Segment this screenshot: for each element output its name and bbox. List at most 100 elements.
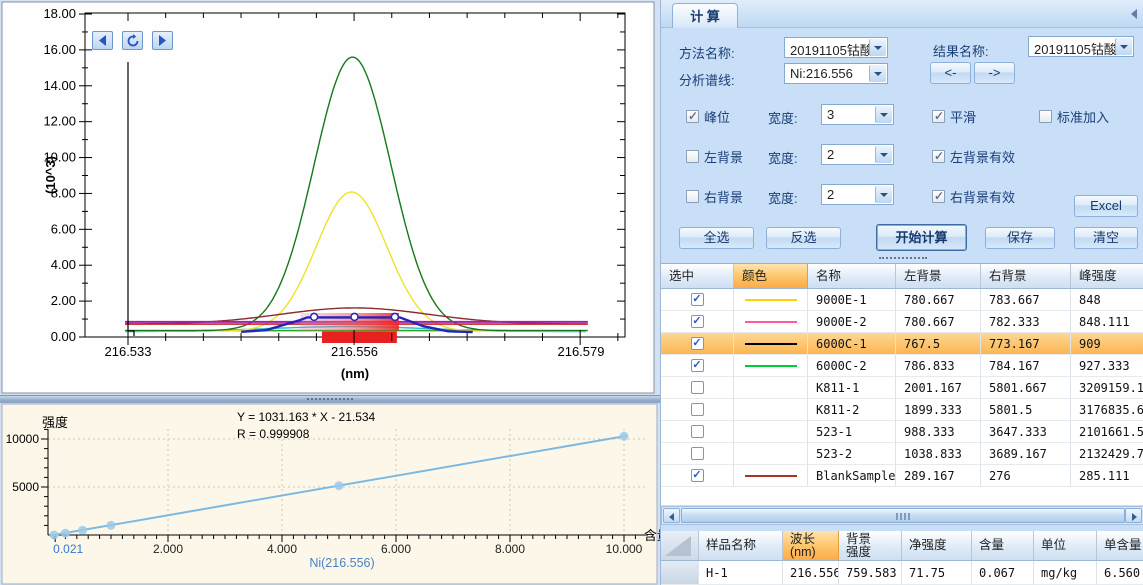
width3-value: 2	[827, 187, 834, 202]
column-header[interactable]: 波长 (nm)	[783, 531, 839, 561]
row-right-bg: 782.333	[981, 311, 1071, 333]
result-row[interactable]: K811-12001.1675801.6673209159.111	[661, 377, 1143, 399]
row-checkbox[interactable]	[691, 447, 704, 460]
width1-select[interactable]: 3	[821, 104, 894, 125]
row-color-swatch	[734, 399, 808, 421]
result-row[interactable]: 523-21038.8333689.1672132429.778	[661, 443, 1143, 465]
width3-select[interactable]: 2	[821, 184, 894, 205]
scroll-left-button[interactable]	[663, 508, 680, 523]
horizontal-scrollbar[interactable]	[661, 506, 1143, 525]
row-left-bg: 1899.333	[896, 399, 981, 421]
refresh-button[interactable]	[122, 31, 143, 50]
svg-text:6.000: 6.000	[381, 542, 411, 556]
table-splitter-handle[interactable]	[879, 257, 927, 259]
row-checkbox[interactable]: ✓	[691, 293, 704, 306]
left-background-valid-checkbox[interactable]: 左背景有效	[932, 147, 1015, 166]
scrollbar-grip-icon	[896, 513, 910, 520]
row-name: 9000E-2	[808, 311, 896, 333]
column-header[interactable]: 样品名称	[699, 531, 783, 561]
right-background-valid-checkbox[interactable]: 右背景有效	[932, 187, 1015, 206]
next-spectrum-button[interactable]	[152, 31, 173, 50]
smooth-checkbox[interactable]: 平滑	[932, 107, 976, 126]
refresh-icon	[126, 34, 140, 48]
svg-text:6.00: 6.00	[51, 221, 76, 236]
select-all-button[interactable]: 全选	[679, 227, 754, 249]
result-row[interactable]: ✓6000C-2786.833784.167927.333	[661, 355, 1143, 377]
result-row[interactable]: ✓6000C-1767.5773.167909	[661, 333, 1143, 355]
next-result-button[interactable]: ->	[974, 62, 1015, 84]
method-select[interactable]: 20191105钴酸	[784, 37, 888, 58]
column-header[interactable]: 左背景	[896, 264, 981, 289]
right-background-checkbox[interactable]: 右背景	[686, 187, 743, 206]
row-left-bg: 780.667	[896, 289, 981, 311]
svg-text:2.00: 2.00	[51, 293, 76, 308]
row-peak: 848	[1071, 289, 1143, 311]
row-checkbox[interactable]: ✓	[691, 469, 704, 482]
row-right-bg: 276	[981, 465, 1071, 487]
standard-addition-checkbox[interactable]: 标准加入	[1039, 107, 1109, 126]
row-checkbox[interactable]: ✓	[691, 315, 704, 328]
column-header[interactable]: 颜色	[734, 264, 808, 289]
tab-calculate[interactable]: 计 算	[672, 3, 738, 28]
sample-cell: 0.067	[972, 561, 1034, 585]
row-checkbox[interactable]: ✓	[691, 359, 704, 372]
column-header[interactable]: 净强度	[902, 531, 972, 561]
row-right-bg: 3689.167	[981, 443, 1071, 465]
column-header[interactable]: 单含量	[1097, 531, 1143, 561]
dropdown-arrow-icon[interactable]	[869, 65, 886, 82]
clear-button[interactable]: 清空	[1074, 227, 1138, 249]
scrollbar-thumb[interactable]	[681, 508, 1125, 523]
result-row[interactable]: 523-1988.3333647.3332101661.555	[661, 421, 1143, 443]
result-select[interactable]: 20191105钴酸	[1028, 36, 1134, 57]
svg-text:0.00: 0.00	[51, 329, 76, 344]
column-header[interactable]: 名称	[808, 264, 896, 289]
app-window: 0.002.004.006.008.0010.0012.0014.0016.00…	[0, 0, 1143, 585]
chart-splitter[interactable]	[0, 395, 660, 403]
row-color-swatch	[734, 355, 808, 377]
width2-select[interactable]: 2	[821, 144, 894, 165]
result-row[interactable]: ✓9000E-1780.667783.667848	[661, 289, 1143, 311]
column-header[interactable]: 选中	[661, 264, 734, 289]
result-row[interactable]: ✓BlankSample1289.167276285.111	[661, 465, 1143, 487]
column-header[interactable]: 单位	[1034, 531, 1097, 561]
peak-marker	[351, 313, 358, 320]
splitter-grip-icon	[307, 398, 353, 400]
scroll-right-button[interactable]	[1125, 508, 1142, 523]
line-select[interactable]: Ni:216.556	[784, 63, 888, 84]
row-right-bg: 3647.333	[981, 421, 1071, 443]
dropdown-arrow-icon[interactable]	[875, 146, 892, 163]
calibration-point	[78, 526, 87, 535]
row-right-bg: 784.167	[981, 355, 1071, 377]
prev-spectrum-button[interactable]	[92, 31, 113, 50]
column-header[interactable]: 峰强度	[1071, 264, 1143, 289]
excel-button[interactable]: Excel	[1074, 195, 1138, 217]
dropdown-arrow-icon[interactable]	[875, 186, 892, 203]
invert-selection-button[interactable]: 反选	[766, 227, 841, 249]
row-checkbox[interactable]	[691, 403, 704, 416]
prev-result-button[interactable]: <-	[930, 62, 971, 84]
collapse-panel-icon[interactable]	[1131, 9, 1137, 19]
row-checkbox[interactable]: ✓	[691, 337, 704, 350]
row-selector[interactable]	[661, 561, 699, 585]
row-checkbox[interactable]	[691, 381, 704, 394]
peak-range-bar	[322, 332, 397, 344]
row-peak: 285.111	[1071, 465, 1143, 487]
column-header[interactable]: 右背景	[981, 264, 1071, 289]
dropdown-arrow-icon[interactable]	[875, 106, 892, 123]
svg-text:216.556: 216.556	[331, 344, 378, 359]
dropdown-arrow-icon[interactable]	[1115, 38, 1132, 55]
row-peak: 927.333	[1071, 355, 1143, 377]
start-calculation-button[interactable]: 开始计算	[876, 224, 967, 251]
result-row[interactable]: ✓9000E-2780.667782.333848.111	[661, 311, 1143, 333]
svg-text:0.021: 0.021	[53, 542, 83, 556]
result-row[interactable]: K811-21899.3335801.53176835.667	[661, 399, 1143, 421]
column-header[interactable]: 含量	[972, 531, 1034, 561]
row-checkbox[interactable]	[691, 425, 704, 438]
left-background-checkbox[interactable]: 左背景	[686, 147, 743, 166]
sample-row[interactable]: H-1216.556759.58371.750.067mg/kg6.560	[661, 561, 1143, 585]
save-button[interactable]: 保存	[985, 227, 1055, 249]
corner-cell[interactable]	[661, 531, 699, 561]
dropdown-arrow-icon[interactable]	[869, 39, 886, 56]
column-header[interactable]: 背景 强度	[839, 531, 902, 561]
peak-checkbox[interactable]: 峰位	[686, 107, 730, 126]
